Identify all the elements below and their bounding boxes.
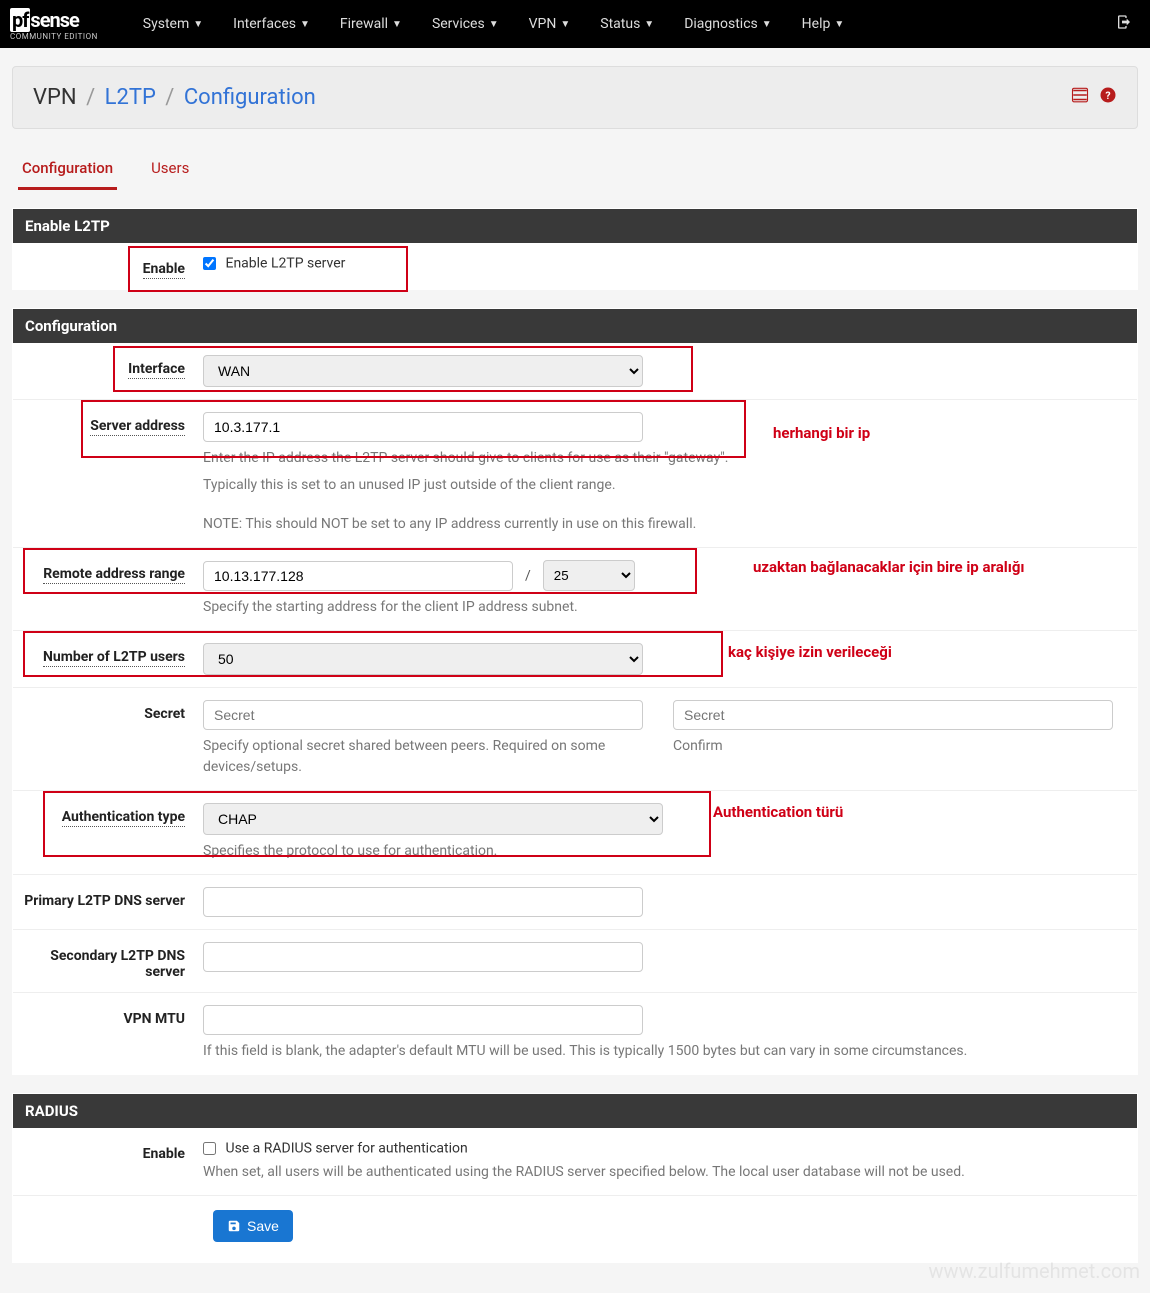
auth-type-select[interactable]: CHAP <box>203 803 663 835</box>
list-icon[interactable] <box>1071 86 1089 109</box>
breadcrumb: VPN / L2TP / Configuration <box>33 85 316 110</box>
logout-icon[interactable] <box>1108 14 1140 34</box>
interface-label: Interface <box>128 361 185 379</box>
breadcrumb-panel: VPN / L2TP / Configuration ? <box>12 66 1138 129</box>
radius-enable-label: Enable <box>143 1146 185 1162</box>
auth-type-help: Specifies the protocol to use for authen… <box>203 841 1127 862</box>
annotation-3: kaç kişiye izin verileceği <box>728 643 892 661</box>
nav-diagnostics[interactable]: Diagnostics▼ <box>669 16 786 32</box>
radius-enable-checkbox[interactable] <box>203 1142 216 1155</box>
annotation-1: herhangi bir ip <box>773 424 870 442</box>
remote-range-input[interactable] <box>203 561 513 591</box>
nav-interfaces[interactable]: Interfaces▼ <box>218 16 325 32</box>
tabs: Configuration Users <box>18 149 1132 190</box>
navbar: pfsense COMMUNITY EDITION System▼ Interf… <box>0 0 1150 48</box>
breadcrumb-l2tp[interactable]: L2TP <box>105 85 156 110</box>
vpn-mtu-input[interactable] <box>203 1005 643 1035</box>
nav-help[interactable]: Help▼ <box>787 16 860 32</box>
primary-dns-input[interactable] <box>203 887 643 917</box>
panel-header-configuration: Configuration <box>13 309 1137 343</box>
panel-configuration: Configuration Interface WAN Server addre… <box>12 308 1138 1075</box>
server-address-help3: NOTE: This should NOT be set to any IP a… <box>203 514 1127 535</box>
panel-enable-l2tp: Enable L2TP Enable Enable L2TP server <box>12 208 1138 290</box>
watermark: www.zulfumehmet.com <box>929 1259 1140 1283</box>
annotation-2: uzaktan bağlanacaklar için bire ip aralı… <box>753 558 1025 576</box>
breadcrumb-configuration[interactable]: Configuration <box>184 85 316 110</box>
breadcrumb-vpn: VPN <box>33 85 77 110</box>
secondary-dns-label: Secondary L2TP DNS server <box>50 948 185 980</box>
secret-confirm-input[interactable] <box>673 700 1113 730</box>
vpn-mtu-label: VPN MTU <box>124 1011 186 1027</box>
tab-configuration[interactable]: Configuration <box>18 149 117 190</box>
logo[interactable]: pfsense COMMUNITY EDITION <box>10 8 98 41</box>
radius-enable-checkbox-wrap[interactable]: Use a RADIUS server for authentication <box>203 1140 468 1156</box>
nav-system[interactable]: System▼ <box>128 16 218 32</box>
remote-range-mask-select[interactable]: 25 <box>543 560 635 591</box>
panel-header-enable-l2tp: Enable L2TP <box>13 209 1137 243</box>
secret-label: Secret <box>144 706 185 722</box>
nav-vpn[interactable]: VPN▼ <box>514 16 586 32</box>
radius-enable-help: When set, all users will be authenticate… <box>203 1162 1127 1183</box>
nav-status[interactable]: Status▼ <box>585 16 669 32</box>
nav-services[interactable]: Services▼ <box>417 16 514 32</box>
secret-input[interactable] <box>203 700 643 730</box>
svg-text:?: ? <box>1105 89 1110 102</box>
num-users-select[interactable]: 50 <box>203 643 643 675</box>
save-icon <box>227 1219 241 1233</box>
vpn-mtu-help: If this field is blank, the adapter's de… <box>203 1041 1127 1062</box>
primary-dns-label: Primary L2TP DNS server <box>24 893 185 909</box>
nav-firewall[interactable]: Firewall▼ <box>325 16 417 32</box>
tab-users[interactable]: Users <box>147 149 193 190</box>
help-icon[interactable]: ? <box>1099 86 1117 109</box>
server-address-input[interactable] <box>203 412 643 442</box>
server-address-label: Server address <box>90 418 185 436</box>
annotation-4: Authentication türü <box>713 803 843 821</box>
save-button[interactable]: Save <box>213 1210 293 1242</box>
server-address-help2: Typically this is set to an unused IP ju… <box>203 475 1127 496</box>
enable-l2tp-checkbox-wrap[interactable]: Enable L2TP server <box>203 255 345 271</box>
auth-type-label: Authentication type <box>62 809 185 827</box>
secret-help: Specify optional secret shared between p… <box>203 736 643 778</box>
remote-range-help: Specify the starting address for the cli… <box>203 597 1127 618</box>
enable-l2tp-checkbox[interactable] <box>203 257 216 270</box>
remote-range-label: Remote address range <box>43 566 185 584</box>
panel-radius: RADIUS Enable Use a RADIUS server for au… <box>12 1093 1138 1263</box>
panel-header-radius: RADIUS <box>13 1094 1137 1128</box>
server-address-help1: Enter the IP address the L2TP server sho… <box>203 448 1127 469</box>
interface-select[interactable]: WAN <box>203 355 643 387</box>
enable-l2tp-label: Enable <box>143 261 185 279</box>
secret-confirm-help: Confirm <box>673 736 1113 778</box>
num-users-label: Number of L2TP users <box>43 649 185 667</box>
secondary-dns-input[interactable] <box>203 942 643 972</box>
